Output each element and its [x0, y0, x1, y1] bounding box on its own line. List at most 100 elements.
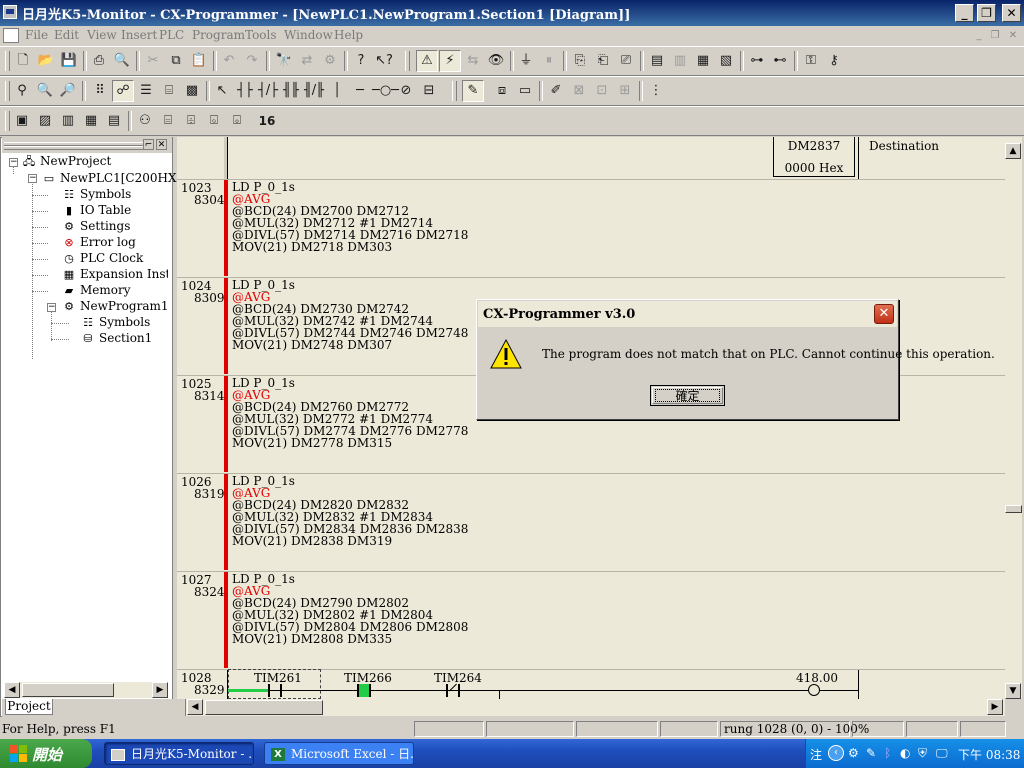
- contact-nc-icon[interactable]: ┤/├: [257, 80, 279, 102]
- tree-item-section1[interactable]: ⛁ Section1: [81, 331, 152, 347]
- tree-item-project[interactable]: 🖧 NewProject: [22, 154, 112, 170]
- show-comments-icon[interactable]: ▩: [181, 80, 203, 102]
- compare-icon[interactable]: ⎚: [615, 50, 637, 72]
- taskbar-item-cx-programmer[interactable]: 日月光K5-Monitor - ...: [104, 742, 254, 765]
- network-tray-icon[interactable]: ⚙: [848, 746, 859, 760]
- monitor-icon[interactable]: 👁: [485, 50, 507, 72]
- symbols-view-icon[interactable]: ▦: [80, 110, 102, 132]
- mnemonic-block[interactable]: LD P_0_1s @AVG @BCD(24) DM2730 DM2742 @M…: [232, 279, 468, 351]
- scroll-split-box[interactable]: [177, 699, 186, 716]
- tree-item-expansion-instructions[interactable]: ▦ Expansion Instruc: [62, 267, 168, 283]
- address-reference-icon[interactable]: ⌻: [226, 110, 248, 132]
- tree-item-plc-clock[interactable]: ◷ PLC Clock: [62, 251, 143, 267]
- run-mode-icon[interactable]: ⏚: [515, 50, 537, 72]
- mdi-close-icon[interactable]: ✕: [1006, 29, 1020, 42]
- ladder-view-icon[interactable]: ▨: [34, 110, 56, 132]
- close-button[interactable]: ✕: [1002, 4, 1021, 22]
- warning-toggle-icon[interactable]: ⚠: [416, 50, 438, 72]
- tree-item-io-table[interactable]: ▮ IO Table: [62, 203, 131, 219]
- download-icon[interactable]: ⎘: [569, 50, 591, 72]
- set-icon[interactable]: ⚿: [800, 50, 822, 72]
- bluetooth-tray-icon[interactable]: ᛒ: [884, 746, 891, 760]
- reset-icon[interactable]: ⚷: [823, 50, 845, 72]
- redo-icon[interactable]: ↷: [241, 50, 263, 72]
- menu-program[interactable]: Program: [192, 28, 245, 42]
- zoom-out-icon[interactable]: 🔎: [57, 80, 79, 102]
- contact-timer-261[interactable]: TIM261: [254, 671, 302, 685]
- instruction-icon[interactable]: ⊟: [418, 80, 440, 102]
- instruction-operand-box[interactable]: DM2837 0000 Hex: [773, 137, 855, 177]
- restore-button[interactable]: ❐: [977, 4, 996, 22]
- contact-no-icon[interactable]: ┤├: [234, 80, 256, 102]
- tray-expand-icon[interactable]: ‹: [828, 745, 844, 761]
- zoom-in-icon[interactable]: 🔍: [34, 80, 56, 102]
- debug-mode-icon[interactable]: ▥: [669, 50, 691, 72]
- scroll-left-icon[interactable]: ◀: [187, 699, 203, 715]
- scroll-thumb[interactable]: [205, 700, 323, 715]
- watch-window-icon[interactable]: ▤: [103, 110, 125, 132]
- print-icon[interactable]: ⎙: [88, 50, 110, 72]
- find-replace-icon[interactable]: ⚙: [319, 50, 341, 72]
- scroll-right-icon[interactable]: ▶: [987, 699, 1003, 715]
- menu-help[interactable]: Help: [334, 28, 363, 42]
- contact-or-nc-icon[interactable]: ╢/╟: [303, 80, 325, 102]
- document-icon[interactable]: [3, 28, 19, 43]
- cut-icon[interactable]: ✂: [142, 50, 164, 72]
- print-preview-icon[interactable]: 🔍: [111, 50, 133, 72]
- tree-item-symbols[interactable]: ☷ Symbols: [62, 187, 131, 203]
- start-button[interactable]: 開始: [0, 739, 92, 768]
- menu-window[interactable]: Window: [284, 28, 333, 42]
- toolbar-grip[interactable]: [452, 81, 457, 101]
- mdi-restore-icon[interactable]: ❐: [988, 29, 1002, 42]
- online-toggle-icon[interactable]: ⚡: [439, 50, 461, 72]
- coil-icon[interactable]: ─○─: [372, 80, 399, 102]
- tree-expander-plc[interactable]: −: [28, 174, 37, 183]
- taskbar-item-excel[interactable]: X Microsoft Excel - 日...: [264, 742, 414, 765]
- data-trace-icon[interactable]: ▭: [514, 80, 536, 102]
- contact-active-indicator[interactable]: [357, 684, 371, 697]
- cancel-edit-icon[interactable]: ⊠: [568, 80, 590, 102]
- vertical-line-icon[interactable]: │: [326, 80, 348, 102]
- tree-expander-program[interactable]: −: [47, 303, 56, 312]
- layers-icon[interactable]: ⧈: [491, 80, 513, 102]
- coil-nc-icon[interactable]: ⊘: [395, 80, 417, 102]
- ok-button[interactable]: 確定: [650, 385, 725, 406]
- mnemonics-icon[interactable]: ☰: [135, 80, 157, 102]
- diagram-vscrollbar[interactable]: ▲ ▼: [1005, 137, 1022, 699]
- memory-view-icon[interactable]: ⌺: [203, 110, 225, 132]
- tree-item-plc[interactable]: ▭ NewPLC1[C200HX]: [42, 171, 181, 187]
- system-clock[interactable]: 下午 08:38: [958, 746, 1020, 763]
- paste-icon[interactable]: 📋: [188, 50, 210, 72]
- contact-timer-266[interactable]: TIM266: [344, 671, 392, 685]
- scroll-down-icon[interactable]: ▼: [1005, 683, 1021, 699]
- dialog-title-bar[interactable]: CX-Programmer v3.0 ✕: [478, 301, 897, 327]
- tab-project[interactable]: Project: [5, 699, 53, 715]
- scroll-right-icon[interactable]: ▶: [152, 682, 168, 698]
- security-tray-icon[interactable]: ⛨: [918, 746, 927, 761]
- mnemonic-block[interactable]: LD P_0_1s @AVG @BCD(24) DM2700 DM2712 @M…: [232, 181, 468, 253]
- workspace-close-icon[interactable]: ✕: [156, 139, 167, 150]
- scroll-left-icon[interactable]: ◀: [4, 682, 20, 698]
- coil-address[interactable]: 418.00: [796, 671, 838, 685]
- tree-item-memory[interactable]: ▰ Memory: [62, 283, 131, 299]
- mnemonic-block[interactable]: LD P_0_1s @AVG @BCD(24) DM2760 DM2772 @M…: [232, 377, 468, 449]
- app-icon[interactable]: [3, 5, 17, 19]
- contact-timer-264[interactable]: TIM264: [434, 671, 482, 685]
- select-pointer-icon[interactable]: ↖: [211, 80, 233, 102]
- title-bar[interactable]: 日月光K5-Monitor - CX-Programmer - [NewPLC1…: [0, 0, 1024, 26]
- context-help-icon[interactable]: ↖?: [373, 50, 395, 72]
- run-mode-plc-icon[interactable]: ▧: [715, 50, 737, 72]
- program-mode-icon[interactable]: ▤: [646, 50, 668, 72]
- network-icon[interactable]: ⚇: [134, 110, 156, 132]
- tree-item-error-log[interactable]: ⊗ Error log: [62, 235, 135, 251]
- force-on-icon[interactable]: ⊶: [746, 50, 768, 72]
- speaker-tray-icon[interactable]: ◐: [900, 746, 910, 760]
- save-icon[interactable]: 💾: [58, 50, 80, 72]
- scroll-thumb[interactable]: [1005, 505, 1022, 513]
- rung-bookmark-icon[interactable]: ⌸: [158, 80, 180, 102]
- upload-icon[interactable]: ⎗: [592, 50, 614, 72]
- pause-icon[interactable]: ⏸: [538, 50, 560, 72]
- tree-item-settings[interactable]: ⚙ Settings: [62, 219, 130, 235]
- hex-16-icon[interactable]: 16: [256, 110, 278, 132]
- scroll-up-icon[interactable]: ▲: [1005, 143, 1021, 159]
